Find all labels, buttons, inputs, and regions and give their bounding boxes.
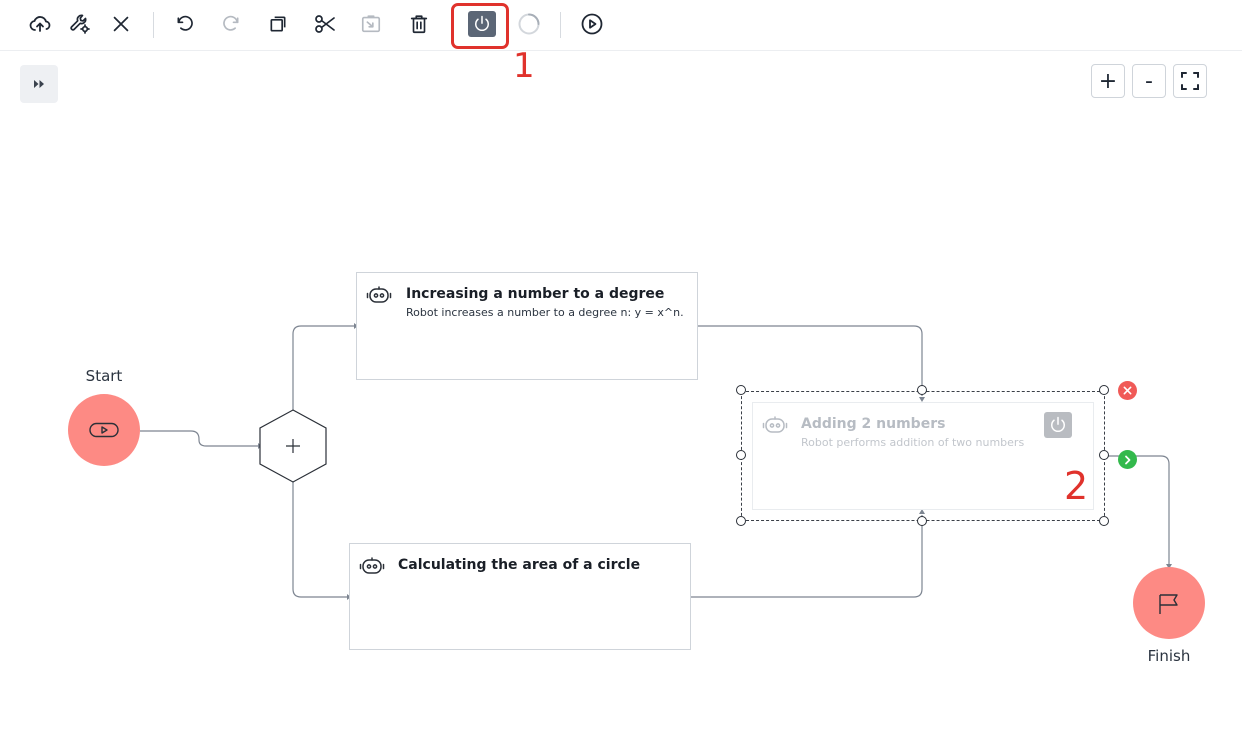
resize-handle[interactable] [736,385,746,395]
chevron-right-icon [1125,455,1131,464]
robot-card-power[interactable]: Increasing a number to a degree Robot in… [356,272,698,380]
remove-node-button[interactable] [1118,381,1137,400]
robot-icon [359,557,385,574]
edge-gateway-to-card-power [292,325,356,410]
resize-handle[interactable] [736,516,746,526]
resize-handle[interactable] [736,450,746,460]
edge-start-to-gateway [140,430,258,447]
add-next-button[interactable] [1118,450,1137,469]
edge-gateway-to-card-circle [292,482,349,598]
edge-card-power-to-adding [697,325,923,396]
resize-handle[interactable] [917,385,927,395]
resize-handle[interactable] [917,516,927,526]
annotation-number-2: 2 [1064,464,1089,508]
play-rect-icon [89,422,119,438]
flag-icon [1159,594,1178,614]
finish-label: Finish [1147,647,1191,665]
start-label: Start [85,367,123,385]
edge-adding-to-finish [1105,455,1170,567]
card-description: Robot increases a number to a degree n: … [406,306,684,319]
start-node[interactable] [68,394,140,466]
finish-node[interactable] [1133,567,1205,639]
card-title: Calculating the area of a circle [398,557,641,573]
resize-handle[interactable] [1099,385,1109,395]
resize-handle[interactable] [1099,516,1109,526]
selection-frame [741,391,1105,521]
card-title: Increasing a number to a degree [406,286,665,302]
robot-icon [366,286,392,303]
resize-handle[interactable] [1099,450,1109,460]
edge-card-circle-to-adding [690,515,923,598]
close-icon [1123,386,1132,395]
robot-card-circle-area[interactable]: Calculating the area of a circle [349,543,691,650]
